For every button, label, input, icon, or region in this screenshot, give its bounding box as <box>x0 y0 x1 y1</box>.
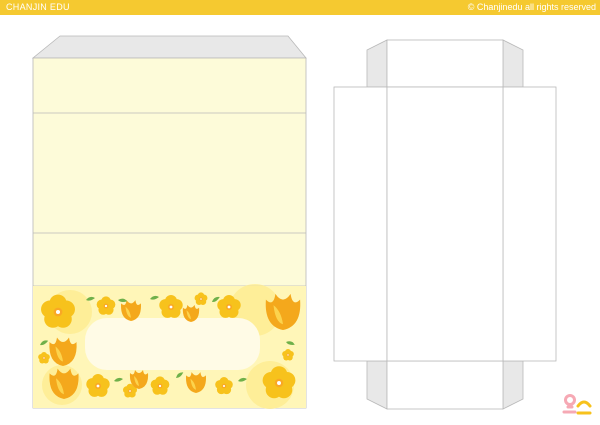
pocket-top-flap <box>31 35 307 59</box>
label-area <box>85 318 260 370</box>
top-panel <box>386 39 504 88</box>
flower-panel <box>33 284 306 409</box>
box-net-template <box>333 39 557 410</box>
pocket-template <box>31 35 307 409</box>
top-right-flap <box>502 39 524 88</box>
right-side-panel <box>502 86 557 362</box>
bottom-panel <box>386 360 504 410</box>
center-panel <box>386 86 504 362</box>
bottom-left-flap <box>366 360 388 410</box>
top-left-flap <box>366 39 388 88</box>
craft-template <box>31 35 557 410</box>
left-side-panel <box>333 86 388 362</box>
chanjin-logo-icon <box>562 394 592 415</box>
bottom-right-flap <box>502 360 524 410</box>
